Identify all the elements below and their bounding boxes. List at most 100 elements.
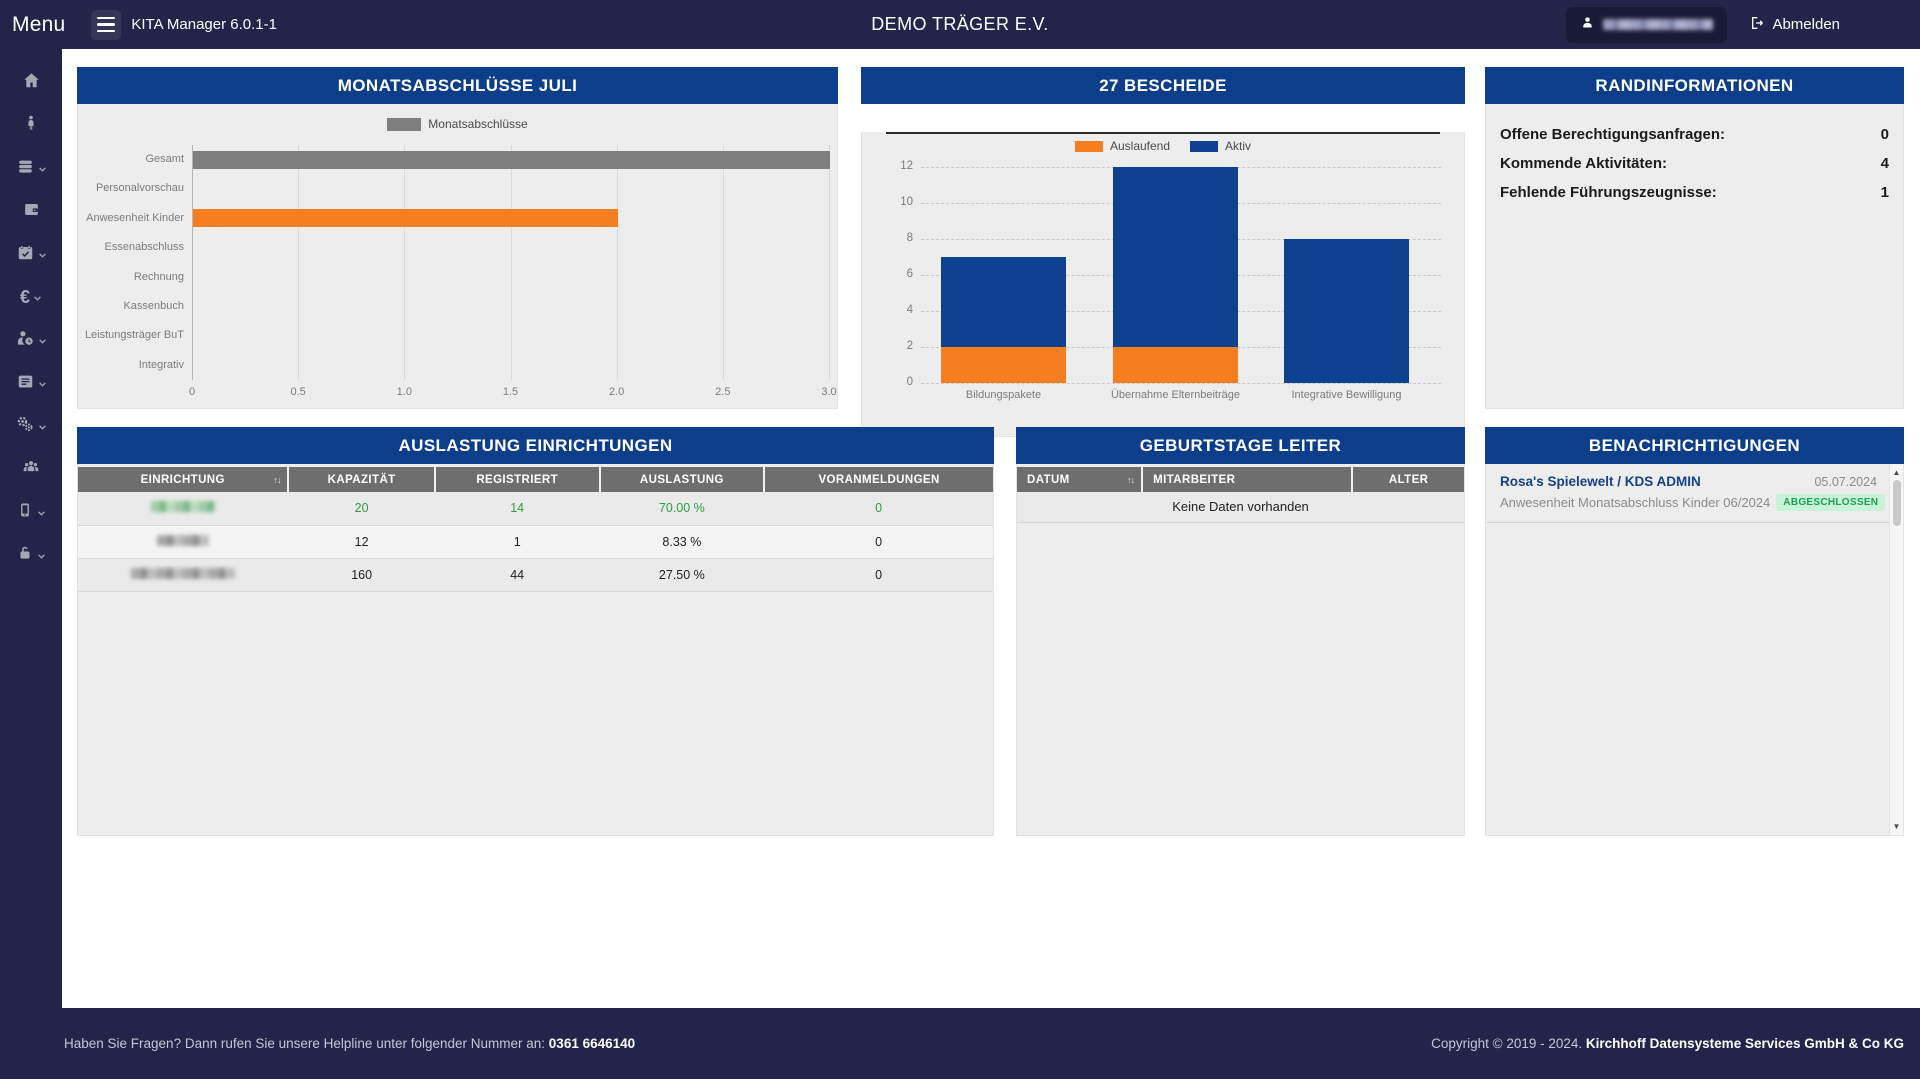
scrollbar[interactable]: ▲ ▼ <box>1889 464 1903 835</box>
logout-label: Abmelden <box>1772 16 1840 33</box>
sidebar-item-user-clock[interactable] <box>0 319 62 362</box>
category-label: Anwesenheit Kinder <box>86 211 184 224</box>
geburtstage-table: DATUM ↑↓ MITARBEITER ALTER Keine Daten vo… <box>1017 467 1464 523</box>
legend-item: Aktiv <box>1190 139 1251 153</box>
bar-segment-auslaufend <box>1113 347 1238 383</box>
legend-item: Auslaufend <box>1074 139 1171 153</box>
chart-plot-area: 0 2 4 6 8 10 12 Bildungspakete Übernahme Elternb… <box>900 160 1441 401</box>
menu-button[interactable]: Menu <box>12 13 65 37</box>
panel-title-geburtstage: GEBURTSTAGE LEITER <box>1016 427 1465 464</box>
auslastung-table: EINRICHTUNG ↑↓ KAPAZITÄT REGISTRIERT AUSL… <box>78 467 993 592</box>
user-name-redacted <box>1603 19 1714 30</box>
column-header-registriert[interactable]: REGISTRIERT <box>433 467 600 492</box>
x-tick-label: 2.5 <box>715 386 731 398</box>
panel-title-auslastung: AUSLASTUNG EINRICHTUNGEN <box>77 427 994 464</box>
bar-gesamt <box>193 150 830 169</box>
y-tick-label: 6 <box>906 268 913 280</box>
column-header-mitarbeiter[interactable]: MITARBEITER <box>1141 467 1353 492</box>
bar-segment-aktiv <box>1113 167 1238 347</box>
info-value: 0 <box>1880 126 1889 143</box>
info-row: Kommende Aktivitäten: 4 <box>1500 149 1889 178</box>
main-content: MONATSABSCHLÜSSE JULI Monatsabschlüsse Ge… <box>62 49 1920 1008</box>
mobile-icon <box>16 501 34 524</box>
notification-item[interactable]: Rosa's Spielewelt / KDS ADMIN 05.07.2024 A… <box>1486 464 1903 523</box>
column-header-einrichtung[interactable]: EINRICHTUNG ↑↓ <box>78 467 289 492</box>
gridline <box>829 145 830 380</box>
gridline <box>510 145 512 380</box>
redacted-facility-name <box>151 501 216 513</box>
empty-table-message: Keine Daten vorhanden <box>1017 492 1464 523</box>
sidebar-item-euro[interactable]: € <box>0 276 62 319</box>
notification-title[interactable]: Rosa's Spielewelt / KDS ADMIN <box>1500 474 1701 489</box>
chevron-down-icon <box>38 376 47 394</box>
x-tick-label: 0.5 <box>290 386 306 398</box>
cell-einrichtung <box>78 525 289 559</box>
sidebar-item-calendar-check[interactable] <box>0 233 62 276</box>
chevron-down-icon <box>33 290 42 308</box>
bar-segment-aktiv <box>941 257 1066 347</box>
column-header-datum[interactable]: DATUM ↑↓ <box>1017 467 1143 492</box>
monatsabschluesse-chart: Monatsabschlüsse Gesamt Personalvorschau An… <box>77 104 838 409</box>
gridline <box>298 145 300 380</box>
child-icon <box>22 114 40 137</box>
cell-einrichtung <box>78 492 289 526</box>
cell-value: 20 <box>288 492 435 526</box>
sort-arrows-icon[interactable]: ↑↓ <box>1127 475 1135 485</box>
chevron-down-icon <box>38 247 47 265</box>
helpline-text: Haben Sie Fragen? Dann rufen Sie unsere … <box>64 1036 636 1051</box>
panel-benachrichtigungen: BENACHRICHTIGUNGEN Rosa's Spielewelt / K… <box>1485 427 1904 836</box>
cell-einrichtung <box>78 558 289 592</box>
home-icon <box>22 71 41 95</box>
form-list-icon <box>16 372 35 396</box>
table-row[interactable]: 12 1 8.33 % 0 <box>78 525 993 559</box>
panel-monatsabschluesse: MONATSABSCHLÜSSE JULI Monatsabschlüsse Ge… <box>77 67 838 409</box>
gears-icon <box>15 414 35 439</box>
table-row[interactable]: 20 14 70.00 % 0 <box>78 492 993 526</box>
chevron-down-icon <box>38 333 47 351</box>
category-label: Personalvorschau <box>95 182 184 195</box>
column-header-voranmeldungen[interactable]: VORANMELDUNGEN <box>763 467 993 492</box>
sidebar-item-gears[interactable] <box>0 405 62 448</box>
cell-value: 12 <box>288 525 435 559</box>
chevron-down-icon <box>37 505 46 523</box>
legend-item: Monatsabschlüsse <box>387 117 528 131</box>
scroll-down-icon[interactable]: ▼ <box>1890 822 1903 831</box>
info-value: 4 <box>1880 155 1889 172</box>
column-header-auslastung[interactable]: AUSLASTUNG <box>598 467 765 492</box>
category-label: Integrative Bewilligung <box>1291 389 1402 401</box>
info-label: Kommende Aktivitäten: <box>1500 155 1667 172</box>
scroll-up-icon[interactable]: ▲ <box>1890 468 1903 477</box>
lock-icon <box>16 544 34 567</box>
legend-label: Auslaufend <box>1109 139 1171 153</box>
column-header-kapazitaet[interactable]: KAPAZITÄT <box>287 467 435 492</box>
sidebar-item-form-list[interactable] <box>0 362 62 405</box>
category-label: Bildungspakete <box>965 389 1042 401</box>
hamburger-icon[interactable] <box>91 9 122 40</box>
y-tick-label: 10 <box>900 196 913 208</box>
sidebar-item-home[interactable] <box>0 61 62 104</box>
sidebar-item-mobile[interactable] <box>0 491 62 534</box>
scrollbar-thumb[interactable] <box>1892 480 1901 526</box>
gridline <box>404 145 406 380</box>
sidebar-item-wallet[interactable] <box>0 190 62 233</box>
info-row: Offene Berechtigungsanfragen: 0 <box>1500 120 1889 149</box>
user-menu[interactable] <box>1566 6 1728 43</box>
sidebar: € <box>0 49 62 1079</box>
sidebar-item-users-group[interactable] <box>0 448 62 491</box>
category-label: Übernahme Elternbeiträge <box>1110 389 1241 401</box>
user-icon <box>1580 15 1595 35</box>
cell-value: 160 <box>288 558 435 592</box>
cell-value: 0 <box>764 492 993 526</box>
legend-label: Aktiv <box>1225 139 1252 153</box>
table-row[interactable]: 160 44 27.50 % 0 <box>78 558 993 592</box>
cell-value: 0 <box>764 558 993 592</box>
column-header-alter[interactable]: ALTER <box>1351 467 1464 492</box>
sidebar-item-child[interactable] <box>0 104 62 147</box>
logout-button[interactable]: Abmelden <box>1749 15 1840 35</box>
sidebar-item-lock[interactable] <box>0 534 62 577</box>
sort-arrows-icon[interactable]: ↑↓ <box>273 475 281 485</box>
logout-icon <box>1749 15 1765 35</box>
sidebar-item-stack[interactable] <box>0 147 62 190</box>
user-clock-icon <box>15 328 35 353</box>
bar-segment-auslaufend <box>941 347 1066 383</box>
